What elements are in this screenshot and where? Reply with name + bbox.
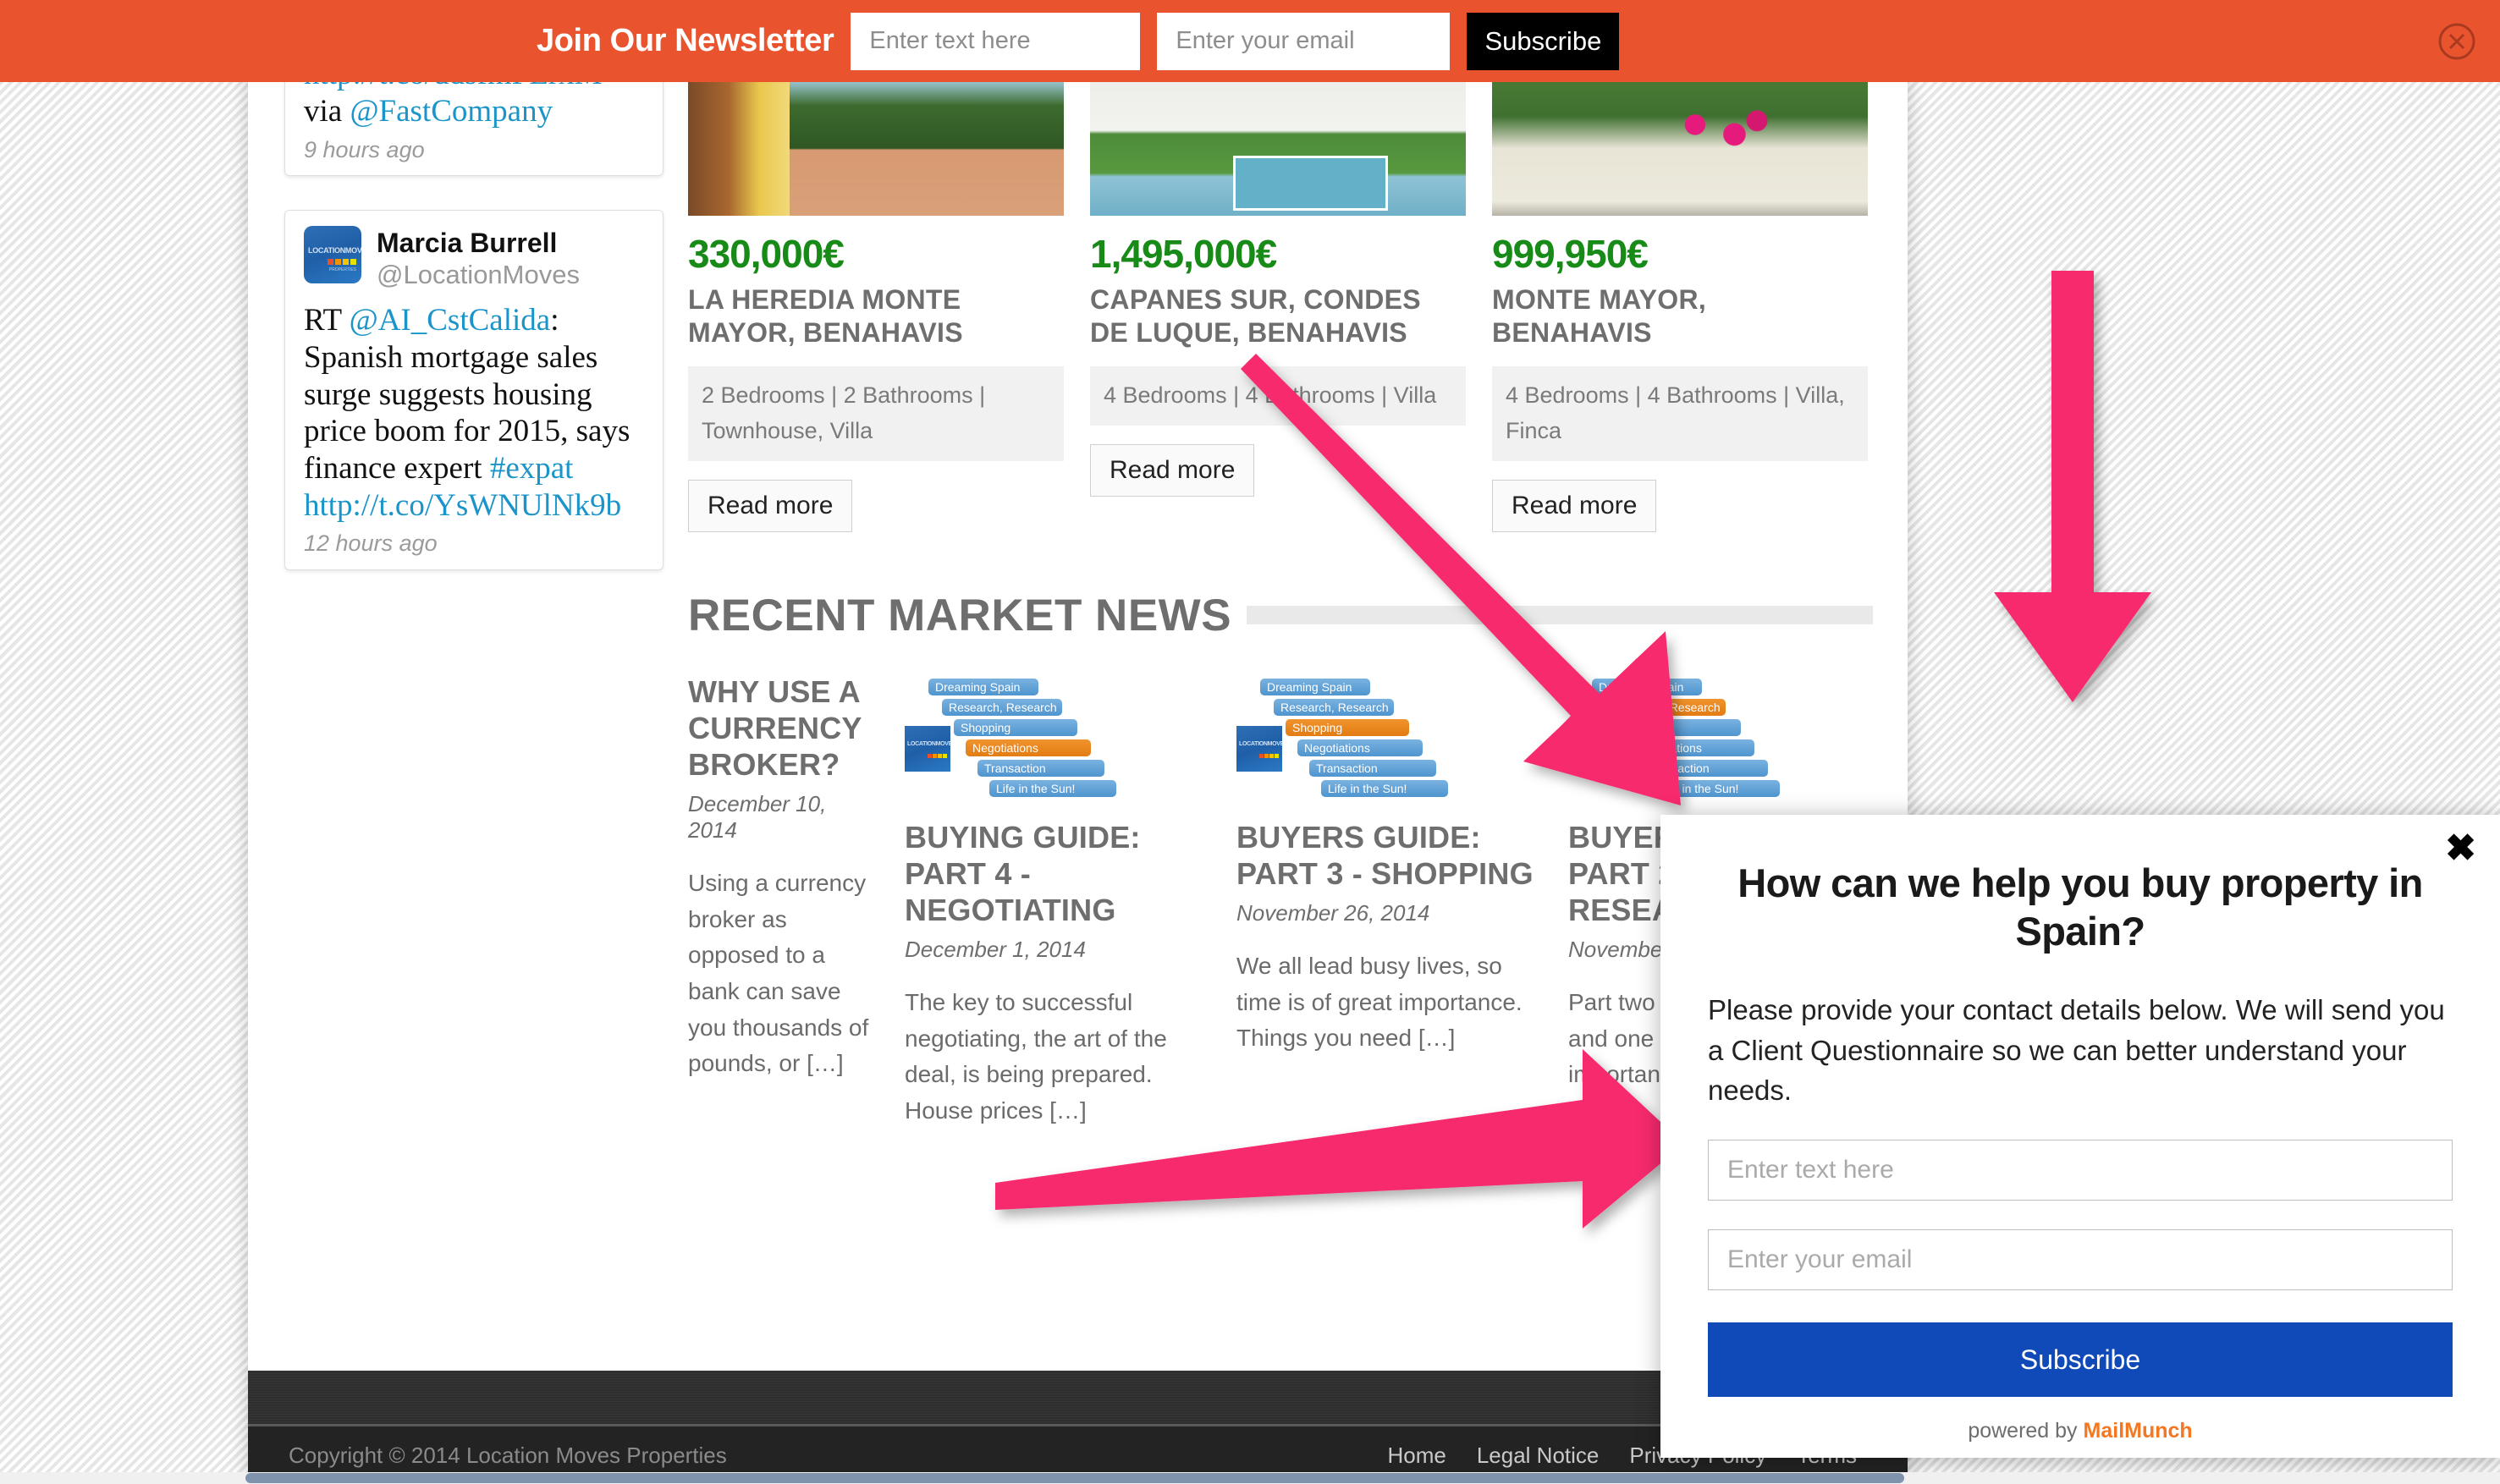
buying-cycle-flowchart-thumbnail: LOCATIONMOVES Dreaming Spain Research, R… [1568,673,1873,800]
tweet-body: RT @AI_CstCalida: Spanish mortgage sales… [304,302,644,524]
property-card[interactable]: 330,000€ LA HEREDIA MONTE MAYOR, BENAHAV… [688,38,1064,532]
news-date: December 10, 2014 [688,791,827,844]
tweet-hashtag[interactable]: #expat [490,451,574,486]
news-date: December 1, 2014 [905,937,1086,963]
tweet-timestamp: 9 hours ago [304,136,425,162]
newsletter-form: Join Our Newsletter Subscribe [537,12,1620,70]
newsletter-bar: Join Our Newsletter Subscribe [0,0,2500,82]
property-specs: 4 Bedrooms | 4 Bathrooms | Villa [1090,366,1466,426]
avatar-sub-text: PROPERTIES [328,267,356,272]
scrollbar-thumb[interactable] [245,1473,1904,1483]
flow-step: Shopping [954,718,1077,736]
section-title: RECENT MARKET NEWS [688,590,1232,640]
flow-step: Life in the Sun! [989,779,1116,797]
read-more-button[interactable]: Read more [1090,443,1255,497]
property-specs: 4 Bedrooms | 4 Bathrooms | Villa, Finca [1492,366,1868,461]
avatar-swatches [328,259,356,266]
property-price: 1,495,000€ [1090,232,1277,276]
horizontal-scrollbar[interactable] [0,1472,2500,1484]
tweet-author-handle: @LocationMoves [377,260,580,290]
news-article[interactable]: WHY USE A CURRENCY BROKER? December 10, … [688,673,878,1129]
property-price: 330,000€ [688,232,845,276]
site-content-column: estate/energy companies to use drones in… [248,0,1908,1484]
flow-step: Dreaming Spain [1260,678,1370,695]
content-row: estate/energy companies to use drones in… [248,0,1908,1371]
footer-copyright: Copyright © 2014 Location Moves Properti… [289,1442,727,1468]
read-more-button[interactable]: Read more [688,479,853,532]
flow-step-highlight: Negotiations [966,739,1091,756]
flow-step: Dreaming Spain [928,678,1038,695]
flow-step: Shopping [1617,718,1741,736]
newsletter-subscribe-button[interactable]: Subscribe [1467,12,1620,70]
tweet-author: Marcia Burrell @LocationMoves [377,226,580,290]
flow-step-highlight: Research, Research [1605,698,1726,716]
section-divider [1247,606,1873,625]
property-card[interactable]: 999,950€ MONTE MAYOR, BENAHAVIS 4 Bedroo… [1492,38,1868,532]
logo-icon: LOCATIONMOVES [1236,725,1282,772]
news-title[interactable]: BUYERS GUIDE: PART 3 - SHOPPING [1236,819,1541,892]
flow-step: Life in the Sun! [1653,779,1780,797]
flow-step-highlight: Shopping [1286,718,1409,736]
tweet-timestamp: 12 hours ago [304,530,438,557]
avatar: LOCATIONMOVES PROPERTIES [304,226,361,284]
modal-subscribe-button[interactable]: Subscribe [1708,1322,2453,1398]
newsletter-text-input[interactable] [851,12,1141,70]
read-more-button[interactable]: Read more [1492,479,1657,532]
modal-text-input[interactable] [1708,1140,2453,1201]
flow-step: Transaction [977,759,1104,777]
property-price: 999,950€ [1492,232,1649,276]
buying-cycle-flowchart-thumbnail: LOCATIONMOVES Dreaming Spain Research, R… [905,673,1209,800]
property-title: CAPANES SUR, CONDES DE LUQUE, BENAHAVIS [1090,284,1421,349]
powered-by-prefix: powered by [1968,1419,2084,1443]
buying-cycle-flowchart-thumbnail: LOCATIONMOVES Dreaming Spain Research, R… [1236,673,1541,800]
logo-icon: LOCATIONMOVES [905,725,950,772]
modal-email-input[interactable] [1708,1229,2453,1291]
tweet-mention[interactable]: @AI_CstCalida [350,303,551,338]
news-title[interactable]: WHY USE A CURRENCY BROKER? [688,673,878,783]
tweet-author-name: Marcia Burrell [377,228,558,259]
close-circle-icon[interactable] [2437,22,2476,61]
news-article[interactable]: LOCATIONMOVES Dreaming Spain Research, R… [905,673,1209,1129]
twitter-sidebar: estate/energy companies to use drones in… [284,0,664,604]
tweet-card[interactable]: LOCATIONMOVES PROPERTIES Marcia Burrell … [284,210,664,571]
tweet-link[interactable]: http://t.co/YsWNUlNk9b [304,488,621,523]
news-excerpt: We all lead busy lives, so time is of gr… [1236,953,1523,1052]
footer-link-home[interactable]: Home [1387,1443,1445,1469]
footer-link-legal-notice[interactable]: Legal Notice [1477,1443,1600,1469]
close-x-icon[interactable]: ✖ [2445,830,2476,867]
flow-step: Transaction [1309,759,1436,777]
news-date: November 26, 2014 [1236,900,1430,926]
property-specs: 2 Bedrooms | 2 Bathrooms | Townhouse, Vi… [688,366,1064,461]
flow-step: Life in the Sun! [1321,779,1448,797]
tweet-text-mid: via [304,93,350,129]
property-title: MONTE MAYOR, BENAHAVIS [1492,284,1707,349]
mailmunch-brand[interactable]: MailMunch [2084,1419,2193,1443]
flow-step: Research, Research [1274,698,1394,716]
tweet-header: LOCATIONMOVES PROPERTIES Marcia Burrell … [304,226,644,290]
powered-by-label: powered by MailMunch [1708,1419,2453,1443]
property-card[interactable]: 1,495,000€ CAPANES SUR, CONDES DE LUQUE,… [1090,38,1466,532]
news-article[interactable]: LOCATIONMOVES Dreaming Spain Research, R… [1236,673,1541,1129]
tweet-mention[interactable]: @FastCompany [350,94,553,129]
recent-market-news-header: RECENT MARKET NEWS [688,590,1873,641]
modal-heading: How can we help you buy property in Spai… [1737,860,2423,954]
tweet-rt-prefix: RT [304,303,350,338]
newsletter-title: Join Our Newsletter [537,23,834,58]
logo-icon: LOCATIONMOVES [1568,725,1614,772]
news-title[interactable]: BUYING GUIDE: PART 4 - NEGOTIATING [905,819,1209,929]
flow-step: Negotiations [1297,739,1423,756]
footer-widget-area [248,1371,1908,1426]
avatar-brand-text: LOCATIONMOVES [308,246,361,256]
flow-step: Transaction [1641,759,1768,777]
flow-step: Negotiations [1629,739,1754,756]
flow-step: Research, Research [942,698,1062,716]
modal-body-text: Please provide your contact details belo… [1708,993,2445,1107]
property-title: LA HEREDIA MONTE MAYOR, BENAHAVIS [688,284,963,349]
news-excerpt: Using a currency broker as opposed to a … [688,870,869,1077]
news-excerpt: The key to successful negotiating, the a… [905,989,1167,1124]
lead-capture-modal: ✖ How can we help you buy property in Sp… [1660,815,2500,1458]
newsletter-email-input[interactable] [1157,12,1451,70]
flow-step: Dreaming Spain [1592,678,1702,695]
